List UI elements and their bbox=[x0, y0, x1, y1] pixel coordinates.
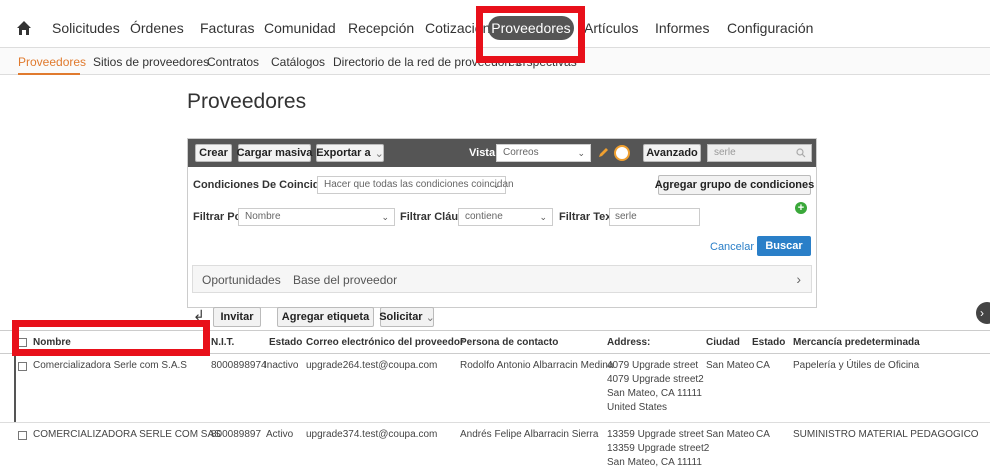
address-line: 4079 Upgrade street2 bbox=[607, 374, 704, 385]
chevron-down-icon: ⌄ bbox=[374, 147, 384, 160]
tab-oportunidades[interactable]: Oportunidades bbox=[202, 273, 281, 287]
invitar-button[interactable]: Invitar bbox=[213, 307, 261, 327]
chevron-down-icon: ⌄ bbox=[381, 212, 389, 222]
address-line: San Mateo, CA 11111 bbox=[607, 457, 702, 468]
nav-articulos[interactable]: Artículos bbox=[584, 20, 638, 36]
row-checkbox[interactable] bbox=[18, 362, 27, 371]
ciudad-cell: San Mateo bbox=[706, 429, 755, 440]
correo-cell: upgrade374.test@coupa.com bbox=[306, 429, 438, 440]
estado-cell: Inactivo bbox=[264, 360, 299, 371]
nav-comunidad[interactable]: Comunidad bbox=[264, 20, 336, 36]
filtrar-clausula-select[interactable]: contiene ⌄ bbox=[458, 208, 553, 226]
estado-cell: Activo bbox=[266, 429, 294, 440]
ciudad-cell: San Mateo bbox=[706, 360, 755, 371]
filtrar-por-select[interactable]: Nombre ⌄ bbox=[238, 208, 395, 226]
nit-cell: 800089897 bbox=[211, 429, 262, 440]
vista-value: Correos bbox=[503, 147, 539, 158]
chevron-down-icon: ⌄ bbox=[577, 148, 585, 158]
supplier-name-link[interactable]: Comercializadora Serle com S.A.S bbox=[33, 359, 187, 373]
col-ciudad[interactable]: Ciudad bbox=[706, 337, 740, 348]
subnav-proveedores[interactable]: Proveedores bbox=[18, 55, 86, 69]
mercancia-cell: SUMINISTRO MATERIAL PEDAGOGICO bbox=[793, 429, 979, 440]
address-line: 13359 Upgrade street2 bbox=[607, 443, 710, 454]
buscar-button[interactable]: Buscar bbox=[757, 236, 811, 256]
estado2-cell: CA bbox=[756, 429, 770, 440]
col-contacto[interactable]: Persona de contacto bbox=[460, 337, 558, 348]
vista-select[interactable]: Correos ⌄ bbox=[496, 144, 591, 162]
avanzado-button[interactable]: Avanzado bbox=[643, 144, 701, 162]
highlight-box-proveedores bbox=[476, 6, 585, 63]
pencil-icon[interactable] bbox=[597, 147, 609, 159]
tabs-row: Oportunidades Base del proveedor › bbox=[192, 265, 812, 293]
clock-icon[interactable] bbox=[614, 145, 630, 161]
nav-solicitudes[interactable]: Solicitudes bbox=[52, 20, 120, 36]
toolbar: Crear Cargar masiva Exportar a ⌄ Vista C… bbox=[188, 139, 816, 167]
subnav-catalogos[interactable]: Catálogos bbox=[271, 55, 325, 69]
page-title: Proveedores bbox=[187, 90, 307, 113]
crear-button[interactable]: Crear bbox=[195, 144, 232, 162]
contacto-link[interactable]: Andrés Felipe Albarracin Sierra bbox=[460, 428, 598, 442]
address-line: 13359 Upgrade street bbox=[607, 429, 704, 440]
filtrar-texto-input[interactable]: serle bbox=[609, 208, 700, 226]
highlight-box-nombre bbox=[12, 320, 210, 356]
col-estado2[interactable]: Estado bbox=[752, 337, 785, 348]
tab-base-proveedor[interactable]: Base del proveedor bbox=[293, 273, 397, 287]
row-divider bbox=[0, 422, 990, 423]
actions-row: ↲ Invitar Agregar etiqueta Solicitar ⌄ bbox=[187, 307, 487, 327]
correo-cell: upgrade264.test@coupa.com bbox=[306, 360, 438, 371]
col-estado[interactable]: Estado bbox=[269, 337, 302, 348]
row-indicator bbox=[14, 356, 16, 422]
address-line: San Mateo, CA 11111 bbox=[607, 388, 702, 399]
chevron-down-icon: ⌄ bbox=[425, 311, 435, 324]
address-line: 4079 Upgrade street bbox=[607, 360, 699, 371]
estado2-cell: CA bbox=[756, 360, 770, 371]
chevron-down-icon: ⌄ bbox=[539, 212, 547, 222]
mercancia-cell: Papelería y Útiles de Oficina bbox=[793, 360, 920, 371]
row-checkbox[interactable] bbox=[18, 431, 27, 440]
side-panel-toggle[interactable]: › bbox=[976, 302, 990, 324]
chevron-right-icon[interactable]: › bbox=[796, 271, 801, 287]
nav-ordenes[interactable]: Órdenes bbox=[130, 20, 184, 36]
col-correo[interactable]: Correo electrónico del proveedor bbox=[306, 337, 464, 348]
solicitar-button[interactable]: Solicitar ⌄ bbox=[379, 307, 435, 327]
col-mercancia[interactable]: Mercancía predeterminada bbox=[793, 337, 920, 348]
chevron-down-icon: ⌄ bbox=[492, 180, 500, 190]
contacto-link[interactable]: Rodolfo Antonio Albarracin Medina bbox=[460, 359, 613, 373]
search-panel: Crear Cargar masiva Exportar a ⌄ Vista C… bbox=[187, 138, 817, 308]
exportar-label: Exportar a bbox=[316, 147, 371, 159]
filtrar-por-value: Nombre bbox=[245, 211, 281, 222]
supplier-name-link[interactable]: COMERCIALIZADORA SERLE COM SAS bbox=[33, 428, 221, 442]
nit-cell: 8000898974 bbox=[211, 360, 267, 371]
cancelar-link[interactable]: Cancelar bbox=[710, 241, 754, 253]
nav-informes[interactable]: Informes bbox=[655, 20, 709, 36]
col-nit[interactable]: N.I.T. bbox=[211, 337, 234, 348]
col-address[interactable]: Address: bbox=[607, 337, 650, 348]
condiciones-value: Hacer que todas las condiciones coincida… bbox=[324, 179, 514, 190]
search-icon bbox=[796, 148, 806, 158]
vista-label: Vista bbox=[469, 147, 496, 159]
home-icon[interactable] bbox=[16, 20, 32, 36]
exportar-button[interactable]: Exportar a ⌄ bbox=[316, 144, 384, 162]
search-input[interactable]: serle bbox=[707, 144, 812, 162]
nav-recepcion[interactable]: Recepción bbox=[348, 20, 414, 36]
subnav-sitios[interactable]: Sitios de proveedores bbox=[93, 55, 209, 69]
nav-facturas[interactable]: Facturas bbox=[200, 20, 254, 36]
subnav-contratos[interactable]: Contratos bbox=[207, 55, 259, 69]
cargar-masiva-button[interactable]: Cargar masiva bbox=[237, 144, 312, 162]
agregar-etiqueta-button[interactable]: Agregar etiqueta bbox=[277, 307, 374, 327]
condiciones-select[interactable]: Hacer que todas las condiciones coincida… bbox=[317, 176, 514, 194]
active-tab-underline bbox=[18, 73, 80, 75]
search-value: serle bbox=[714, 147, 736, 158]
filtrar-clausula-value: contiene bbox=[465, 211, 503, 222]
nav-configuracion[interactable]: Configuración bbox=[727, 20, 813, 36]
solicitar-label: Solicitar bbox=[379, 311, 423, 323]
address-line: United States bbox=[607, 402, 668, 413]
plus-icon[interactable]: + bbox=[795, 202, 807, 214]
agregar-grupo-button[interactable]: Agregar grupo de condiciones bbox=[655, 175, 814, 195]
